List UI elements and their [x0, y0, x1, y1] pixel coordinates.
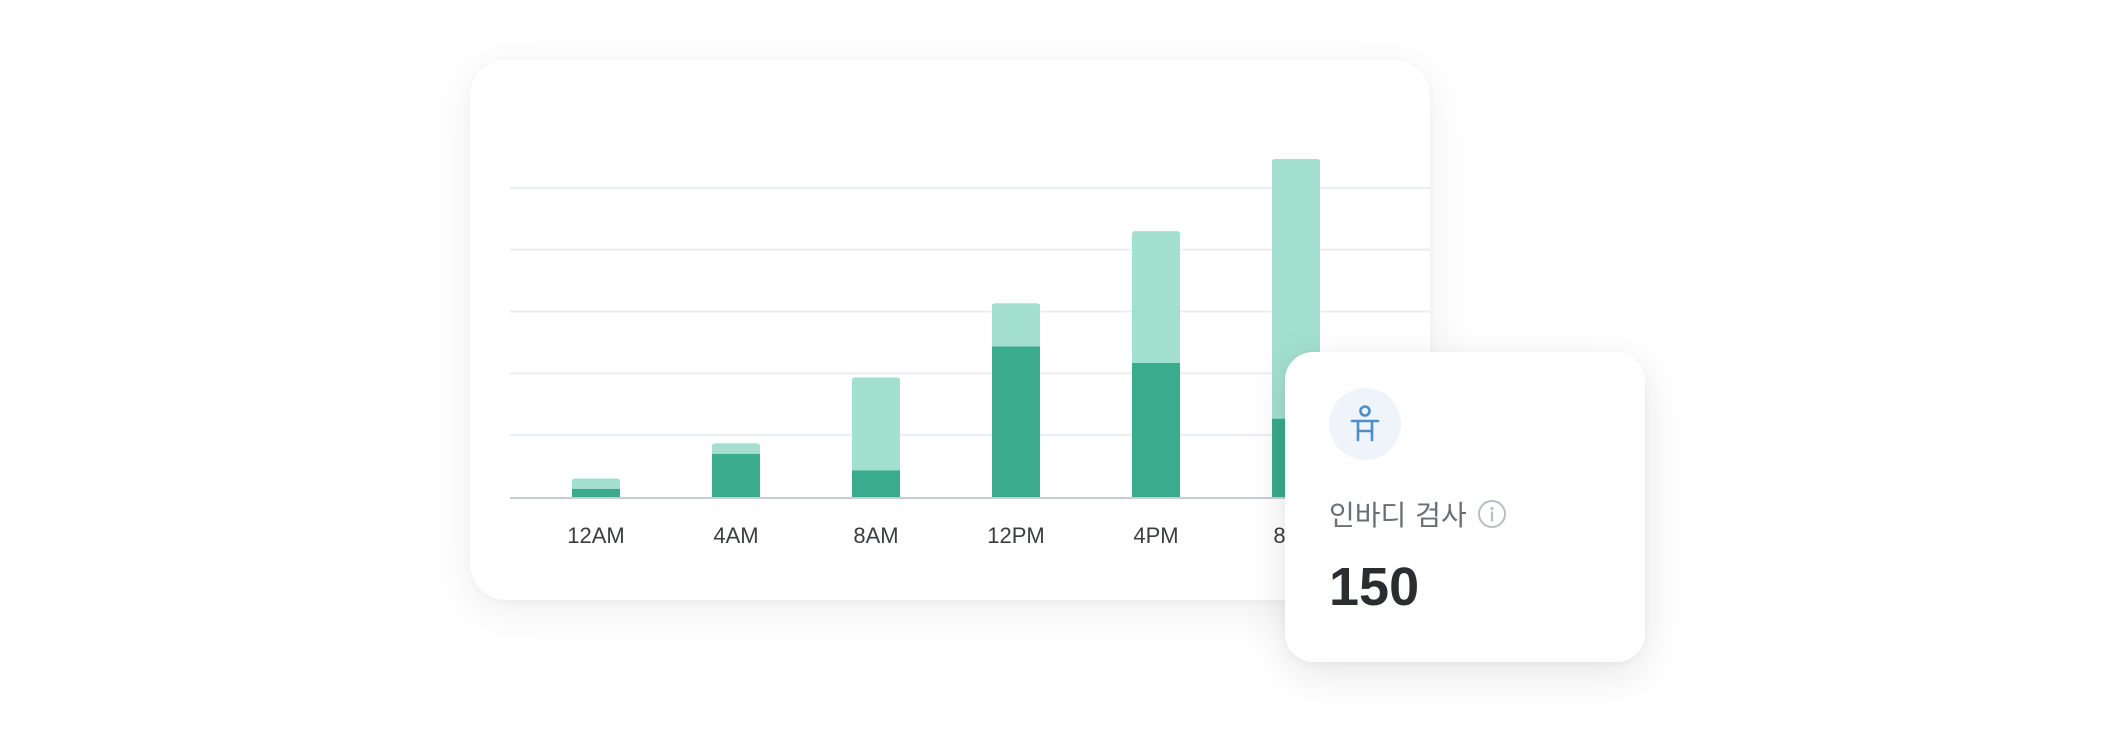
bar-segment-primary: [572, 488, 620, 497]
stat-label-row: 인바디 검사: [1329, 496, 1507, 532]
bar-segment-secondary: [712, 443, 760, 454]
bar-segment-secondary: [1132, 231, 1180, 364]
x-tick-label: 12PM: [987, 523, 1044, 548]
stat-value: 150: [1329, 557, 1420, 617]
x-tick-label: 12AM: [567, 523, 624, 548]
info-icon[interactable]: [1477, 499, 1507, 529]
bar-segment-secondary: [852, 377, 900, 471]
bar-segment-primary: [712, 453, 760, 497]
x-tick-label: 8AM: [853, 523, 898, 548]
body-scale-icon: [1329, 388, 1401, 460]
x-tick-label: 4AM: [713, 523, 758, 548]
bar-segment-secondary: [572, 478, 620, 489]
x-tick-label: 4PM: [1133, 523, 1178, 548]
stat-card: 인바디 검사 150: [1285, 352, 1645, 662]
bar-segment-primary: [852, 470, 900, 497]
bar-segment-primary: [1132, 363, 1180, 497]
bar-segment-primary: [992, 346, 1040, 497]
bar-segment-secondary: [992, 303, 1040, 347]
stat-label: 인바디 검사: [1329, 499, 1467, 532]
